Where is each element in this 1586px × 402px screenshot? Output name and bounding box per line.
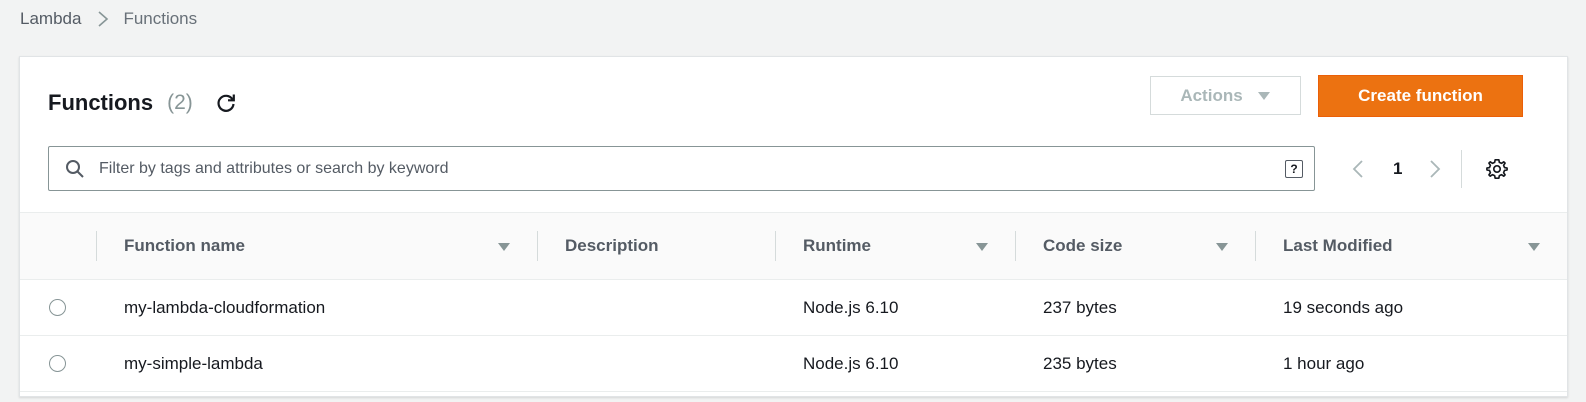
divider <box>1461 150 1463 188</box>
search-icon <box>65 159 85 179</box>
last-modified-cell: 1 hour ago <box>1283 354 1365 373</box>
function-count: (2) <box>167 91 193 114</box>
table-row[interactable]: my-lambda-cloudformation Node.js 6.10 23… <box>20 280 1567 336</box>
search-input[interactable] <box>97 158 1285 179</box>
code-size-cell: 235 bytes <box>1043 354 1117 373</box>
sort-icon[interactable] <box>497 242 511 252</box>
last-modified-cell: 19 seconds ago <box>1283 298 1404 317</box>
page-number[interactable]: 1 <box>1393 159 1402 179</box>
column-label: Description <box>565 236 659 255</box>
breadcrumb: Lambda Functions <box>20 7 197 31</box>
help-icon[interactable]: ? <box>1285 159 1303 178</box>
table-row[interactable]: my-simple-lambda Node.js 6.10 235 bytes … <box>20 336 1567 392</box>
functions-panel: Functions (2) Actions Create function ? <box>19 56 1568 397</box>
column-divider <box>537 231 538 261</box>
chevron-right-icon <box>97 10 109 28</box>
column-code-size[interactable]: Code size <box>1015 213 1255 279</box>
gear-icon[interactable] <box>1486 158 1509 180</box>
panel-header: Functions (2) <box>48 87 237 119</box>
actions-button[interactable]: Actions <box>1150 76 1301 115</box>
runtime-cell: Node.js 6.10 <box>803 354 899 373</box>
column-label: Function name <box>124 236 245 255</box>
pagination: 1 <box>1352 149 1509 189</box>
column-runtime[interactable]: Runtime <box>775 213 1015 279</box>
column-divider <box>1255 231 1256 261</box>
breadcrumb-lambda[interactable]: Lambda <box>20 9 81 29</box>
column-last-modified[interactable]: Last Modified <box>1255 213 1567 279</box>
refresh-icon[interactable] <box>215 92 237 114</box>
page-title: Functions <box>48 90 154 115</box>
sort-icon[interactable] <box>1215 242 1229 252</box>
column-divider <box>1015 231 1016 261</box>
create-function-button[interactable]: Create function <box>1318 75 1523 117</box>
column-label: Code size <box>1043 236 1123 255</box>
runtime-cell: Node.js 6.10 <box>803 298 899 317</box>
sort-icon[interactable] <box>1527 242 1541 252</box>
column-divider <box>96 231 97 261</box>
chevron-right-icon[interactable] <box>1429 159 1441 179</box>
function-name-cell[interactable]: my-simple-lambda <box>124 336 263 392</box>
actions-label: Actions <box>1180 85 1243 105</box>
table-header: Function name Description Runtime Code s… <box>20 212 1567 280</box>
search-field[interactable]: ? <box>48 146 1315 191</box>
caret-down-icon <box>1257 91 1271 101</box>
function-name-cell[interactable]: my-lambda-cloudformation <box>124 280 325 336</box>
chevron-left-icon[interactable] <box>1352 159 1364 179</box>
radio-icon[interactable] <box>49 355 66 372</box>
column-divider <box>775 231 776 261</box>
column-label: Runtime <box>803 236 871 255</box>
sort-icon[interactable] <box>975 242 989 252</box>
code-size-cell: 237 bytes <box>1043 298 1117 317</box>
radio-icon[interactable] <box>49 299 66 316</box>
breadcrumb-functions: Functions <box>123 9 198 28</box>
column-description[interactable]: Description <box>537 213 775 279</box>
column-function-name[interactable]: Function name <box>96 213 537 279</box>
column-label: Last Modified <box>1283 236 1393 255</box>
